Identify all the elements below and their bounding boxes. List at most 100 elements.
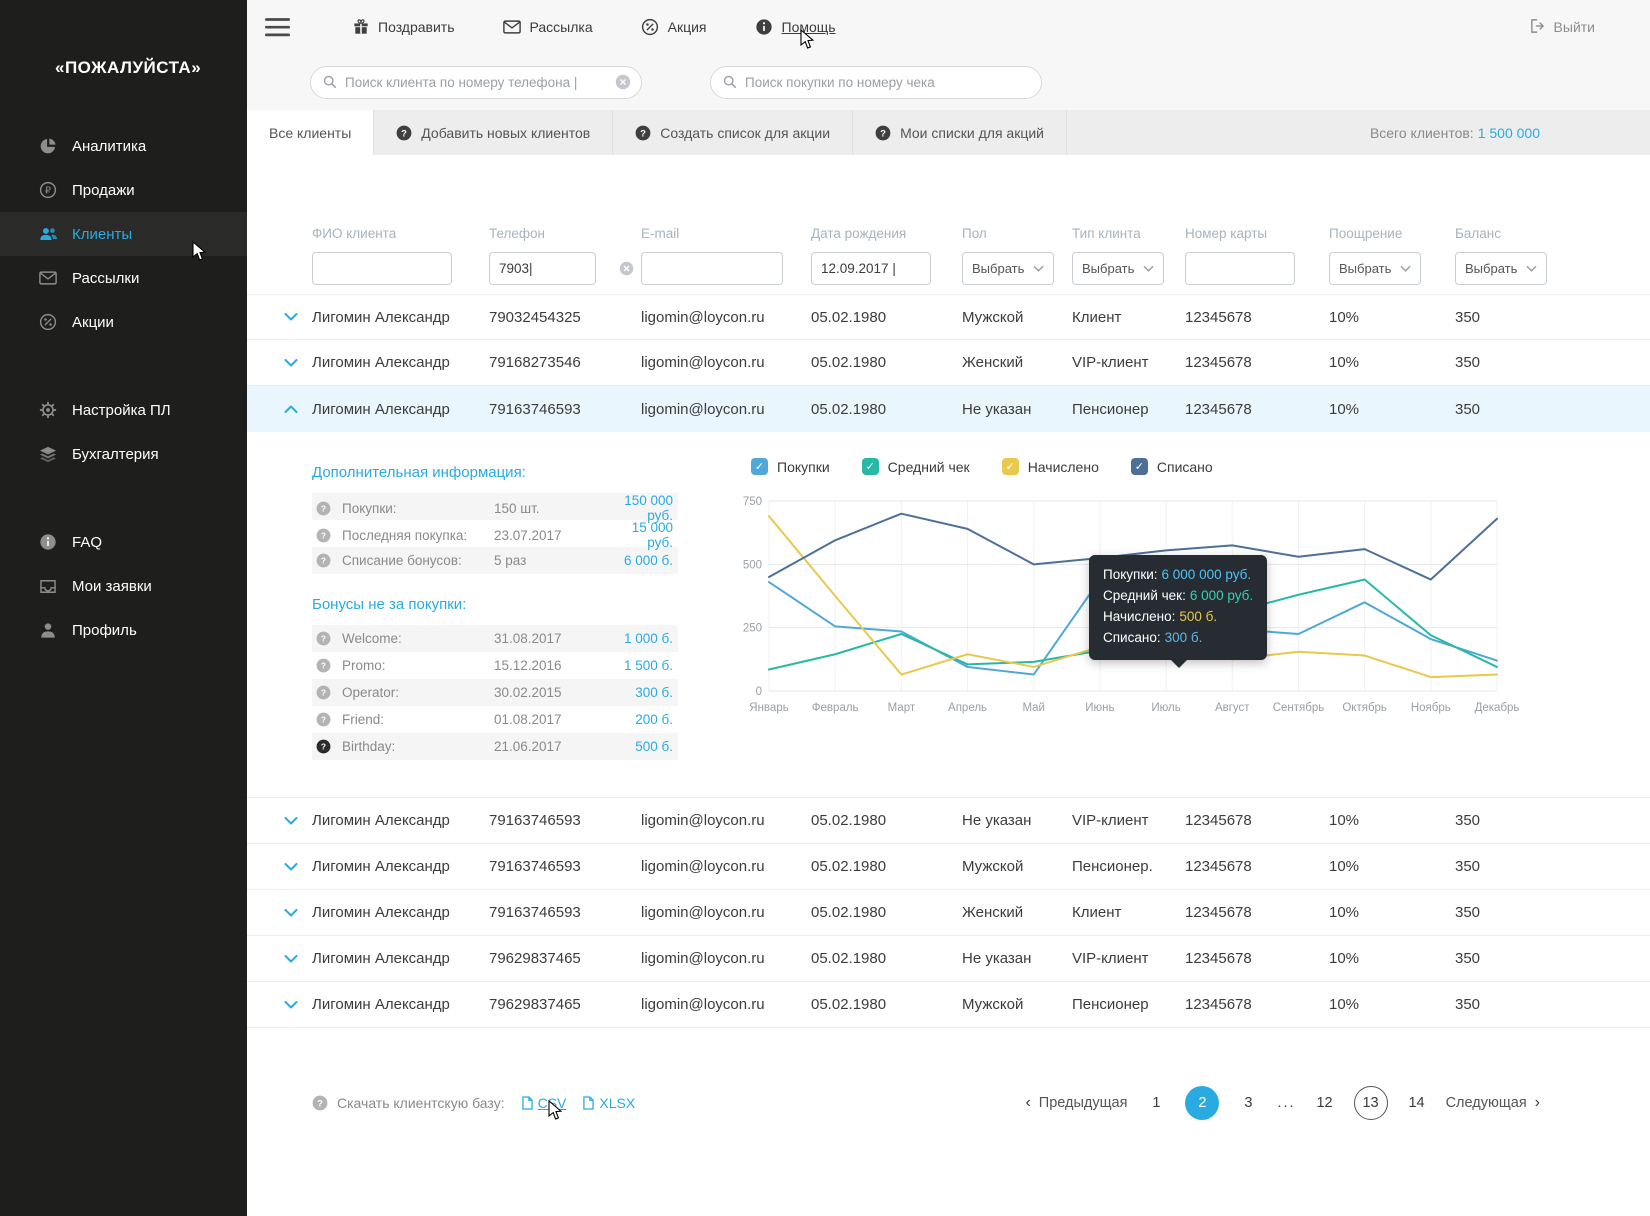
cell-card: 12345678: [1185, 354, 1329, 371]
filter-fio-input[interactable]: [312, 252, 452, 285]
question-icon: ?: [316, 501, 342, 516]
filter-client-type-select[interactable]: Выбрать: [1072, 252, 1164, 285]
sidebar-item-faq[interactable]: FAQ: [0, 520, 247, 564]
pagination-prev-button[interactable]: ‹ Предыдущая: [1025, 1094, 1127, 1112]
checkbox-checked-icon[interactable]: ✓: [1002, 458, 1019, 475]
filter-birthdate-input[interactable]: [811, 252, 931, 285]
legend-item[interactable]: ✓Списано: [1131, 458, 1213, 475]
chevron-left-icon: ‹: [1025, 1094, 1030, 1112]
sidebar-item-accounting[interactable]: Бухгалтерия: [0, 432, 247, 476]
purchase-search: [710, 66, 1042, 99]
table-row[interactable]: Лигомин Александр79629837465ligomin@loyc…: [247, 982, 1650, 1028]
tab-my-lists[interactable]: ?Мои списки для акций: [853, 110, 1067, 155]
sidebar-item-requests[interactable]: Мои заявки: [0, 564, 247, 608]
cell-card: 12345678: [1185, 309, 1329, 326]
users-icon: [37, 226, 59, 242]
table-row[interactable]: Лигомин Александр79629837465ligomin@loyc…: [247, 936, 1650, 982]
sidebar-item-analytics[interactable]: Аналитика: [0, 124, 247, 168]
additional-info-title: Дополнительная информация:: [312, 464, 678, 481]
filter-reward-select[interactable]: Выбрать: [1329, 252, 1421, 285]
chevron-up-icon[interactable]: [284, 405, 298, 413]
clients-total-value: 1 500 000: [1478, 125, 1540, 141]
table-row[interactable]: Лигомин Александр79032454325ligomin@loyc…: [247, 294, 1650, 340]
sidebar-item-promos[interactable]: Акции: [0, 300, 247, 344]
sidebar-item-settings[interactable]: Настройка ПЛ: [0, 388, 247, 432]
next-label: Следующая: [1446, 1095, 1527, 1111]
topbar-action-congratulate[interactable]: Поздравить: [353, 19, 455, 35]
chevron-down-icon[interactable]: [284, 1001, 298, 1009]
svg-text:Март: Март: [888, 702, 916, 714]
cell-email: ligomin@loycon.ru: [641, 401, 811, 418]
tooltip-row: Списано:300 б.: [1103, 628, 1253, 649]
page-button-12[interactable]: 12: [1315, 1095, 1335, 1111]
sidebar-item-sales[interactable]: ₽Продажи: [0, 168, 247, 212]
cell-client_type: VIP-клиент: [1072, 950, 1185, 967]
tooltip-value: 300 б.: [1165, 630, 1203, 645]
legend-item[interactable]: ✓Средний чек: [862, 458, 970, 475]
table-row[interactable]: Лигомин Александр79163746593ligomin@loyc…: [247, 386, 1650, 432]
topbar-action-mailing[interactable]: Рассылка: [503, 19, 593, 35]
checkbox-checked-icon[interactable]: ✓: [751, 458, 768, 475]
gift-icon: [353, 19, 369, 35]
action-label: Акция: [668, 19, 707, 35]
chevron-down-icon[interactable]: [284, 863, 298, 871]
svg-text:250: 250: [743, 623, 762, 635]
client-search-input[interactable]: [345, 75, 615, 90]
legend-item[interactable]: ✓Покупки: [751, 458, 830, 475]
purchase-search-input[interactable]: [745, 75, 1031, 90]
action-label: Поздравить: [378, 19, 455, 35]
column-header: ФИО клиента: [312, 226, 489, 241]
page-button-3[interactable]: 3: [1238, 1095, 1258, 1111]
chevron-down-icon[interactable]: [284, 313, 298, 321]
download-csv-link[interactable]: CSV: [522, 1095, 567, 1111]
cell-phone: 79163746593: [489, 812, 641, 829]
tab-all-clients[interactable]: Все клиенты: [247, 110, 374, 155]
filter-card-input[interactable]: [1185, 252, 1295, 285]
chevron-down-icon[interactable]: [284, 909, 298, 917]
chevron-down-icon[interactable]: [284, 359, 298, 367]
tab-create-list[interactable]: ?Создать список для акции: [613, 110, 853, 155]
envelope-icon: [37, 271, 59, 285]
filter-gender-select[interactable]: Выбрать: [962, 252, 1054, 285]
page-button-1[interactable]: 1: [1146, 1095, 1166, 1111]
filter-phone-input[interactable]: [489, 252, 596, 285]
sidebar-item-clients[interactable]: Клиенты: [0, 212, 247, 256]
pagination-next-button[interactable]: Следующая ›: [1446, 1094, 1540, 1112]
checkbox-checked-icon[interactable]: ✓: [1131, 458, 1148, 475]
filter-email-input[interactable]: [641, 252, 783, 285]
clear-icon[interactable]: [619, 261, 634, 276]
tooltip-value: 6 000 руб.: [1190, 588, 1253, 603]
sidebar-item-label: Аналитика: [72, 138, 146, 155]
search-icon: [723, 75, 737, 89]
logout-label: Выйти: [1554, 19, 1595, 35]
download-xlsx-link[interactable]: XLSX: [583, 1095, 635, 1111]
checkbox-checked-icon[interactable]: ✓: [862, 458, 879, 475]
sidebar-item-mailings[interactable]: Рассылки: [0, 256, 247, 300]
hamburger-menu-icon[interactable]: [265, 18, 291, 37]
clear-icon[interactable]: [615, 74, 631, 90]
detail-amount: 1 500 б.: [604, 658, 673, 673]
cell-card: 12345678: [1185, 950, 1329, 967]
tabs: Все клиенты ?Добавить новых клиентов?Соз…: [247, 110, 1650, 155]
cell-name: Лигомин Александр: [312, 401, 489, 418]
table-row[interactable]: Лигомин Александр79163746593ligomin@loyc…: [247, 890, 1650, 936]
table-row[interactable]: Лигомин Александр79168273546ligomin@loyc…: [247, 340, 1650, 386]
svg-text:500: 500: [743, 559, 762, 571]
page-button-2[interactable]: 2: [1185, 1086, 1219, 1120]
page-button-13[interactable]: 13: [1354, 1086, 1388, 1120]
chevron-down-icon[interactable]: [284, 955, 298, 963]
page-button-14[interactable]: 14: [1407, 1095, 1427, 1111]
chart-tooltip: Покупки:6 000 000 руб.Средний чек:6 000 …: [1089, 555, 1267, 660]
topbar-action-help[interactable]: Помощь: [755, 18, 836, 36]
logout-button[interactable]: Выйти: [1530, 19, 1595, 36]
topbar-action-promo[interactable]: Акция: [641, 18, 707, 36]
table-row[interactable]: Лигомин Александр79163746593ligomin@loyc…: [247, 798, 1650, 844]
cell-name: Лигомин Александр: [312, 309, 489, 326]
legend-item[interactable]: ✓Начислено: [1002, 458, 1099, 475]
cell-name: Лигомин Александр: [312, 996, 489, 1013]
sidebar-item-profile[interactable]: Профиль: [0, 608, 247, 652]
filter-balance-select[interactable]: Выбрать: [1455, 252, 1547, 285]
table-row[interactable]: Лигомин Александр79163746593ligomin@loyc…: [247, 844, 1650, 890]
chevron-down-icon[interactable]: [284, 817, 298, 825]
tab-add-clients[interactable]: ?Добавить новых клиентов: [374, 110, 613, 155]
